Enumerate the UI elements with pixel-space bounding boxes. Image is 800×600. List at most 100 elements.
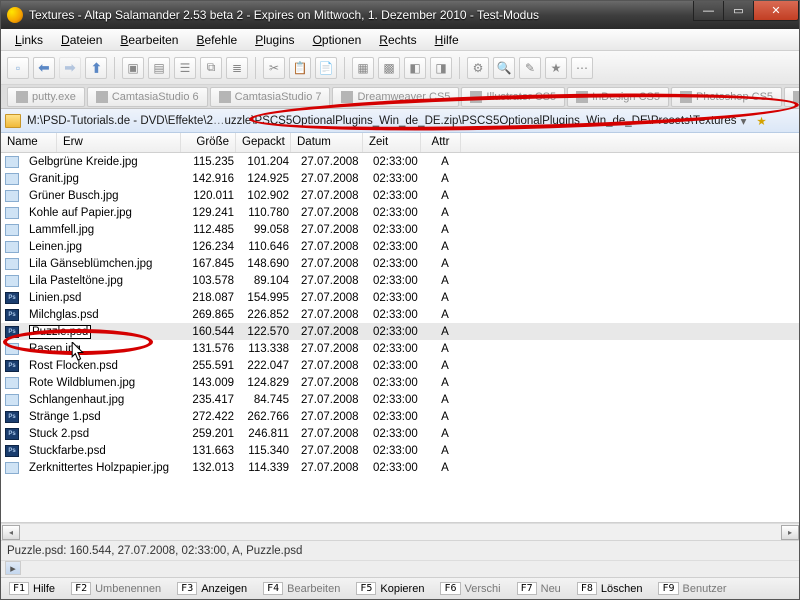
table-row[interactable]: Rost Flocken.psd255.591222.04727.07.2008… — [1, 357, 799, 374]
col-erw[interactable]: Erw — [57, 133, 181, 152]
toolbar-btn-10[interactable]: ▩ — [378, 57, 400, 79]
menu-hilfe[interactable]: Hilfe — [427, 31, 467, 49]
menu-plugins[interactable]: Plugins — [247, 31, 302, 49]
file-name: Puzzle.psd — [23, 325, 185, 339]
toolbar-btn-15[interactable]: ✎ — [519, 57, 541, 79]
toolbar-up-icon[interactable]: ⬈ — [85, 57, 107, 79]
minimize-button[interactable]: — — [693, 1, 723, 21]
window-title: Textures - Altap Salamander 2.53 beta 2 … — [29, 8, 693, 22]
table-row[interactable]: Milchglas.psd269.865226.85227.07.200802:… — [1, 306, 799, 323]
col-name[interactable]: Name — [1, 133, 57, 152]
toolbar-btn-4[interactable]: ⧉ — [200, 57, 222, 79]
shortcut-photoshop-cs5[interactable]: Photoshop CS5 — [671, 87, 782, 107]
toolbar-fwd-icon[interactable]: ➡ — [59, 57, 81, 79]
toolbar-new-icon[interactable]: ▫ — [7, 57, 29, 79]
menu-dateien[interactable]: Dateien — [53, 31, 110, 49]
fn-f3[interactable]: F3Anzeigen — [169, 582, 255, 595]
jpg-file-icon — [5, 190, 19, 202]
h-scrollbar[interactable]: ◂ ▸ — [1, 523, 799, 540]
path-bar[interactable]: M:\PSD-Tutorials.de - DVD\Effekte\2…uzzl… — [1, 109, 799, 133]
toolbar-btn-2[interactable]: ▤ — [148, 57, 170, 79]
toolbar-btn-7[interactable]: 📋 — [289, 57, 311, 79]
toolbar-btn-16[interactable]: ★ — [545, 57, 567, 79]
maximize-button[interactable]: ▭ — [723, 1, 753, 21]
file-attr: A — [425, 156, 465, 168]
file-list[interactable]: Gelbgrüne Kreide.jpg115.235101.20427.07.… — [1, 153, 799, 523]
table-row[interactable]: Gelbgrüne Kreide.jpg115.235101.20427.07.… — [1, 153, 799, 170]
shortcut-camtasiastudio-7[interactable]: CamtasiaStudio 7 — [210, 87, 331, 107]
toolbar-btn-12[interactable]: ◨ — [430, 57, 452, 79]
fn-f8[interactable]: F8Löschen — [569, 582, 651, 595]
path-dropdown-icon[interactable]: ▾ — [737, 114, 751, 128]
toolbar-btn-11[interactable]: ◧ — [404, 57, 426, 79]
shortcut-indesign-cs5[interactable]: InDesign CS5 — [567, 87, 669, 107]
table-row[interactable]: Lammfell.jpg112.48599.05827.07.200802:33… — [1, 221, 799, 238]
shortcut-camtasiastudio-6[interactable]: CamtasiaStudio 6 — [87, 87, 208, 107]
table-row[interactable]: Rasen.jpg131.576113.33827.07.200802:33:0… — [1, 340, 799, 357]
table-row[interactable]: Grüner Busch.jpg120.011102.90227.07.2008… — [1, 187, 799, 204]
table-row[interactable]: Stränge 1.psd272.422262.76627.07.200802:… — [1, 408, 799, 425]
drive-button[interactable]: ▸ — [5, 561, 21, 575]
toolbar-btn-9[interactable]: ▦ — [352, 57, 374, 79]
table-row[interactable]: Stuckfarbe.psd131.663115.34027.07.200802… — [1, 442, 799, 459]
toolbar-btn-5[interactable]: ≣ — [226, 57, 248, 79]
table-row[interactable]: Zerknittertes Holzpapier.jpg132.013114.3… — [1, 459, 799, 476]
path-favorite-icon[interactable]: ★ — [755, 114, 769, 128]
fn-f4[interactable]: F4Bearbeiten — [255, 582, 348, 595]
menu-rechts[interactable]: Rechts — [371, 31, 424, 49]
shortcut-photos[interactable]: Photos — [784, 87, 799, 107]
table-row[interactable]: Lila Pasteltöne.jpg103.57889.10427.07.20… — [1, 272, 799, 289]
file-name: Stuckfarbe.psd — [23, 445, 185, 457]
toolbar-btn-6[interactable]: ✂ — [263, 57, 285, 79]
table-row[interactable]: Linien.psd218.087154.99527.07.200802:33:… — [1, 289, 799, 306]
jpg-file-icon — [5, 224, 19, 236]
scroll-left-icon[interactable]: ◂ — [2, 525, 20, 540]
col-zeit[interactable]: Zeit — [363, 133, 421, 152]
shortcut-illustrator-cs5[interactable]: Illustrator CS5 — [461, 87, 565, 107]
toolbar-btn-17[interactable]: ⋯ — [571, 57, 593, 79]
col-attr[interactable]: Attr — [421, 133, 461, 152]
shortcut-icon — [793, 91, 799, 103]
file-packed: 226.852 — [240, 309, 295, 321]
col-groesse[interactable]: Größe — [181, 133, 236, 152]
fn-f1[interactable]: F1Hilfe — [1, 582, 63, 595]
toolbar-btn-13[interactable]: ⚙ — [467, 57, 489, 79]
file-size: 112.485 — [185, 224, 240, 236]
toolbar-back-icon[interactable]: ⬅ — [33, 57, 55, 79]
table-row[interactable]: Kohle auf Papier.jpg129.241110.78027.07.… — [1, 204, 799, 221]
table-row[interactable]: Schlangenhaut.jpg235.41784.74527.07.2008… — [1, 391, 799, 408]
path-text[interactable]: M:\PSD-Tutorials.de - DVD\Effekte\2…uzzl… — [27, 115, 737, 127]
shortcut-dreamweaver-cs5[interactable]: Dreamweaver CS5 — [332, 87, 459, 107]
shortcut-label: Illustrator CS5 — [486, 91, 556, 103]
menu-befehle[interactable]: Befehle — [188, 31, 245, 49]
fn-f5[interactable]: F5Kopieren — [348, 582, 432, 595]
table-row[interactable]: Rote Wildblumen.jpg143.009124.82927.07.2… — [1, 374, 799, 391]
table-row[interactable]: Lila Gänseblümchen.jpg167.845148.69027.0… — [1, 255, 799, 272]
fn-f2[interactable]: F2Umbenennen — [63, 582, 169, 595]
menu-links[interactable]: Links — [7, 31, 51, 49]
toolbar-btn-3[interactable]: ☰ — [174, 57, 196, 79]
file-date: 27.07.2008 — [295, 241, 367, 253]
fn-f6[interactable]: F6Verschi — [432, 582, 508, 595]
file-date: 27.07.2008 — [295, 224, 367, 236]
shortcut-putty.exe[interactable]: putty.exe — [7, 87, 85, 107]
table-row[interactable]: Puzzle.psd160.544122.57027.07.200802:33:… — [1, 323, 799, 340]
col-gepackt[interactable]: Gepackt — [236, 133, 291, 152]
toolbar-btn-8[interactable]: 📄 — [315, 57, 337, 79]
table-row[interactable]: Stuck 2.psd259.201246.81127.07.200802:33… — [1, 425, 799, 442]
table-row[interactable]: Granit.jpg142.916124.92527.07.200802:33:… — [1, 170, 799, 187]
toolbar-btn-14[interactable]: 🔍 — [493, 57, 515, 79]
file-size: 103.578 — [185, 275, 240, 287]
shortcut-label: Dreamweaver CS5 — [357, 91, 450, 103]
fn-f9[interactable]: F9Benutzer — [650, 582, 734, 595]
file-size: 132.013 — [185, 462, 240, 474]
menu-bearbeiten[interactable]: Bearbeiten — [112, 31, 186, 49]
close-button[interactable]: ✕ — [753, 1, 799, 21]
toolbar-btn-1[interactable]: ▣ — [122, 57, 144, 79]
file-size: 142.916 — [185, 173, 240, 185]
menu-optionen[interactable]: Optionen — [305, 31, 370, 49]
fn-f7[interactable]: F7Neu — [509, 582, 569, 595]
scroll-right-icon[interactable]: ▸ — [781, 525, 799, 540]
table-row[interactable]: Leinen.jpg126.234110.64627.07.200802:33:… — [1, 238, 799, 255]
col-datum[interactable]: Datum — [291, 133, 363, 152]
